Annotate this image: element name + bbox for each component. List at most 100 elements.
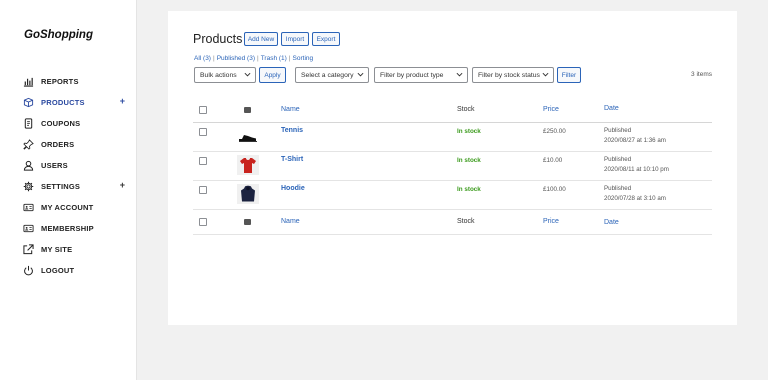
sidebar-item-label: PRODUCTS xyxy=(41,98,85,107)
id-card-icon xyxy=(23,202,34,213)
add-new-button[interactable]: Add New xyxy=(244,32,278,46)
box-icon xyxy=(23,97,34,108)
row-checkbox[interactable] xyxy=(199,186,207,194)
product-name-link[interactable]: Hoodie xyxy=(281,185,305,192)
export-button[interactable]: Export xyxy=(312,32,340,46)
row-checkbox[interactable] xyxy=(199,157,207,165)
price-column-header[interactable]: Price xyxy=(543,106,559,113)
publish-date: 2020/07/28 at 3:10 am xyxy=(604,195,666,202)
name-column-footer[interactable]: Name xyxy=(281,218,300,225)
import-button[interactable]: Import xyxy=(281,32,309,46)
page-title: Products xyxy=(193,32,243,46)
price: £100.00 xyxy=(543,186,566,193)
sidebar-item-label: USERS xyxy=(41,161,68,170)
sidebar-item-label: COUPONS xyxy=(41,119,81,128)
filter-trash-link[interactable]: Trash (1) xyxy=(261,55,287,62)
filter-published-link[interactable]: Published (3) xyxy=(217,55,255,62)
external-link-icon xyxy=(23,244,34,255)
sidebar-item-settings[interactable]: SETTINGS + xyxy=(0,176,137,197)
table-row: T-Shirt In stock £10.00 Published 2020/08… xyxy=(193,152,712,181)
chevron-down-icon xyxy=(456,72,463,77)
chevron-down-icon xyxy=(542,72,549,77)
image-column-icon xyxy=(244,107,251,113)
product-name-link[interactable]: Tennis xyxy=(281,127,303,134)
sidebar-item-label: ORDERS xyxy=(41,140,75,149)
date-cell: Published 2020/08/27 at 1:36 am xyxy=(604,126,666,146)
publish-status: Published xyxy=(604,127,632,134)
stock-status: In stock xyxy=(457,128,481,135)
sidebar-item-my-account[interactable]: MY ACCOUNT xyxy=(0,197,137,218)
coupon-icon xyxy=(23,118,34,129)
publish-date: 2020/08/11 at 10:10 pm xyxy=(604,166,669,173)
sidebar-item-membership[interactable]: MEMBERSHIP xyxy=(0,218,137,239)
chevron-down-icon xyxy=(357,72,364,77)
select-all-checkbox[interactable] xyxy=(199,218,207,226)
gear-icon xyxy=(23,181,34,192)
date-column-header[interactable]: Date xyxy=(604,104,619,114)
products-table: Name Stock Price Date Tennis In stock £2… xyxy=(193,99,712,235)
tshirt-thumbnail[interactable] xyxy=(237,155,259,175)
bulk-actions-value: Bulk actions xyxy=(200,71,237,79)
expand-plus-icon[interactable]: + xyxy=(120,180,125,190)
stock-column-footer: Stock xyxy=(457,218,475,225)
sidebar-item-label: MY ACCOUNT xyxy=(41,203,94,212)
status-filter-links: All (3) | Published (3) | Trash (1) | Sorting xyxy=(194,55,313,62)
date-column-footer[interactable]: Date xyxy=(604,218,619,228)
price-column-footer[interactable]: Price xyxy=(543,218,559,225)
table-row: Hoodie In stock £100.00 Published 2020/07… xyxy=(193,181,712,210)
bulk-actions-select[interactable]: Bulk actions xyxy=(194,67,256,83)
sidebar-item-label: MEMBERSHIP xyxy=(41,224,94,233)
image-column-icon xyxy=(244,219,251,225)
category-value: Select a category xyxy=(301,71,354,79)
filter-all-link[interactable]: All (3) xyxy=(194,55,211,62)
sidebar-item-label: LOGOUT xyxy=(41,266,75,275)
user-icon xyxy=(23,160,34,171)
table-row: Tennis In stock £250.00 Published 2020/08… xyxy=(193,123,712,152)
sidebar-item-logout[interactable]: LOGOUT xyxy=(0,260,137,281)
sidebar-item-label: SETTINGS xyxy=(41,182,81,191)
date-cell: Published 2020/07/28 at 3:10 am xyxy=(604,184,666,204)
filter-button[interactable]: Filter xyxy=(557,67,581,83)
publish-status: Published xyxy=(604,156,632,163)
items-count: 3 items xyxy=(691,71,712,78)
power-icon xyxy=(23,265,34,276)
sidebar-item-label: REPORTS xyxy=(41,77,79,86)
sidebar-item-users[interactable]: USERS xyxy=(0,155,137,176)
id-card-icon xyxy=(23,223,34,234)
chevron-down-icon xyxy=(244,72,251,77)
sidebar-item-products[interactable]: PRODUCTS + xyxy=(0,92,137,113)
sidebar: GoShopping REPORTS PRODUCTS + COUPONS OR… xyxy=(0,0,137,380)
hoodie-thumbnail[interactable] xyxy=(237,184,259,204)
stock-status: In stock xyxy=(457,157,481,164)
name-column-header[interactable]: Name xyxy=(281,106,300,113)
select-all-checkbox[interactable] xyxy=(199,106,207,114)
sorting-link[interactable]: Sorting xyxy=(293,55,314,62)
shoe-thumbnail[interactable] xyxy=(237,126,259,146)
price: £250.00 xyxy=(543,128,566,135)
products-panel: Products Add New Import Export All (3) | P… xyxy=(168,11,737,325)
publish-status: Published xyxy=(604,185,632,192)
separator: | xyxy=(257,55,259,62)
product-name-link[interactable]: T-Shirt xyxy=(281,156,303,163)
bar-chart-icon xyxy=(23,76,34,87)
date-cell: Published 2020/08/11 at 10:10 pm xyxy=(604,155,669,175)
stock-status-select[interactable]: Filter by stock status xyxy=(472,67,554,83)
row-checkbox[interactable] xyxy=(199,128,207,136)
table-header: Name Stock Price Date xyxy=(193,99,712,123)
brand-logo[interactable]: GoShopping xyxy=(24,29,93,41)
table-footer: Name Stock Price Date xyxy=(193,210,712,235)
sidebar-item-reports[interactable]: REPORTS xyxy=(0,71,137,92)
sidebar-nav: REPORTS PRODUCTS + COUPONS ORDERS USERS … xyxy=(0,71,137,281)
separator: | xyxy=(212,55,215,62)
sidebar-item-my-site[interactable]: MY SITE xyxy=(0,239,137,260)
stock-column-header: Stock xyxy=(457,106,475,113)
apply-button[interactable]: Apply xyxy=(259,67,286,83)
sidebar-item-coupons[interactable]: COUPONS xyxy=(0,113,137,134)
expand-plus-icon[interactable]: + xyxy=(120,96,125,106)
product-type-select[interactable]: Filter by product type xyxy=(374,67,468,83)
stock-status: In stock xyxy=(457,186,481,193)
pin-icon xyxy=(23,139,34,150)
sidebar-item-orders[interactable]: ORDERS xyxy=(0,134,137,155)
sidebar-item-label: MY SITE xyxy=(41,245,73,254)
category-select[interactable]: Select a category xyxy=(295,67,369,83)
